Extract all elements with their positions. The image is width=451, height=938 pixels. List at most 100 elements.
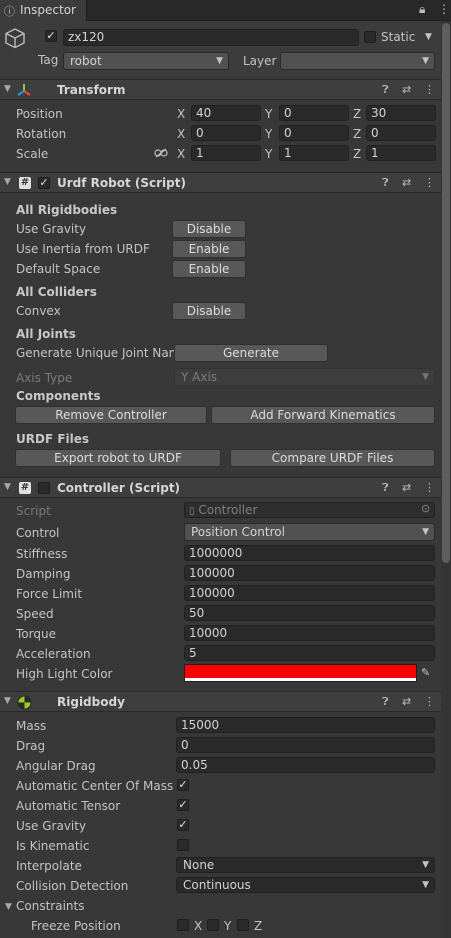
freeze-position-x-checkbox[interactable]: [177, 919, 189, 931]
urdf-files-heading: URDF Files: [16, 432, 90, 446]
rotation-label: Rotation: [16, 127, 67, 141]
fold-arrow-icon[interactable]: ▼: [4, 84, 11, 94]
freeze-position-y-checkbox[interactable]: [207, 919, 219, 931]
layer-dropdown[interactable]: ▼: [280, 52, 435, 70]
presets-icon[interactable]: ⇄: [402, 176, 411, 189]
freeze-x-label: X: [194, 919, 203, 933]
force-limit-field[interactable]: 100000: [184, 585, 435, 601]
more-icon[interactable]: ⋮: [438, 2, 450, 16]
rigidbody-title: Rigidbody: [57, 695, 125, 709]
axis-type-value: Y Axis: [181, 370, 218, 384]
remove-controller-button[interactable]: Remove Controller: [15, 406, 207, 424]
lock-icon[interactable]: 🔒︎: [419, 2, 425, 17]
gameobject-cube-icon: [5, 28, 25, 49]
high-light-color-swatch[interactable]: [184, 664, 417, 682]
control-value: Position Control: [191, 525, 285, 539]
alpha-bar: [185, 678, 416, 681]
angular-drag-field[interactable]: 0.05: [176, 757, 435, 773]
rotation-x-field[interactable]: 0: [191, 125, 261, 141]
add-forward-kinematics-button[interactable]: Add Forward Kinematics: [211, 406, 435, 424]
script-hash-icon: #: [19, 177, 31, 189]
chevron-down-icon: ▼: [422, 527, 429, 537]
rotation-y-field[interactable]: 0: [279, 125, 349, 141]
more-icon[interactable]: ⋮: [424, 481, 435, 494]
fold-arrow-icon[interactable]: ▼: [4, 696, 11, 706]
interpolate-dropdown[interactable]: None ▼: [176, 857, 435, 873]
help-icon[interactable]: ❓︎: [382, 481, 389, 495]
mass-field[interactable]: 15000: [176, 717, 435, 733]
damping-field[interactable]: 100000: [184, 565, 435, 581]
scale-x-field[interactable]: 1: [191, 145, 261, 161]
scrollbar-thumb[interactable]: [442, 23, 450, 563]
help-icon[interactable]: ❓︎: [382, 176, 389, 190]
constraints-fold-arrow-icon[interactable]: ▼: [5, 902, 12, 912]
components-heading: Components: [16, 389, 101, 403]
chevron-down-icon: ▼: [422, 372, 429, 382]
control-dropdown[interactable]: Position Control ▼: [184, 523, 435, 541]
tab-inspector[interactable]: ⓘ Inspector: [0, 0, 87, 21]
tag-value: robot: [70, 54, 102, 68]
auto-com-checkbox[interactable]: ✓: [177, 779, 189, 791]
control-label: Control: [16, 526, 60, 540]
controller-header[interactable]: ▼ # Controller (Script) ❓︎ ⇄ ⋮: [0, 477, 451, 498]
axis-y-label: Y: [265, 127, 273, 141]
torque-field[interactable]: 10000: [184, 625, 435, 641]
generate-button[interactable]: Generate: [174, 344, 328, 362]
transform-axes-icon: [17, 84, 31, 96]
transform-header[interactable]: ▼ Transform ❓︎ ⇄ ⋮: [0, 79, 451, 100]
rotation-z-field[interactable]: 0: [366, 125, 436, 141]
acceleration-field[interactable]: 5: [184, 645, 435, 661]
position-z-field[interactable]: 30: [366, 105, 436, 121]
static-checkbox[interactable]: [364, 31, 376, 43]
presets-icon[interactable]: ⇄: [402, 481, 411, 494]
default-space-button[interactable]: Enable: [172, 260, 246, 278]
auto-tensor-checkbox[interactable]: ✓: [177, 799, 189, 811]
position-x-field[interactable]: 40: [191, 105, 261, 121]
rigidbody-header[interactable]: ▼ Rigidbody ❓︎ ⇄ ⋮: [0, 691, 451, 712]
presets-icon[interactable]: ⇄: [402, 83, 411, 96]
rb-use-gravity-label: Use Gravity: [16, 819, 87, 833]
more-icon[interactable]: ⋮: [424, 176, 435, 189]
collision-detection-dropdown[interactable]: Continuous ▼: [176, 877, 435, 893]
layer-label: Layer: [243, 54, 277, 68]
rb-use-gravity-checkbox[interactable]: ✓: [177, 819, 189, 831]
axis-z-label: Z: [353, 127, 362, 141]
stiffness-field[interactable]: 1000000: [184, 545, 435, 561]
controller-title: Controller (Script): [57, 481, 181, 495]
all-joints-heading: All Joints: [16, 327, 76, 341]
use-inertia-button[interactable]: Enable: [172, 240, 246, 258]
scale-z-field[interactable]: 1: [366, 145, 436, 161]
eyedropper-icon[interactable]: ✎: [421, 666, 430, 679]
constrain-proportions-icon[interactable]: [154, 148, 168, 158]
convex-button[interactable]: Disable: [172, 302, 246, 320]
tab-label: Inspector: [20, 3, 76, 17]
urdf-robot-header[interactable]: ▼ # ✓ Urdf Robot (Script) ❓︎ ⇄ ⋮: [0, 172, 451, 193]
is-kinematic-label: Is Kinematic: [16, 839, 90, 853]
more-icon[interactable]: ⋮: [424, 695, 435, 708]
compare-urdf-button[interactable]: Compare URDF Files: [230, 449, 435, 467]
is-kinematic-checkbox[interactable]: [177, 839, 189, 851]
more-icon[interactable]: ⋮: [424, 83, 435, 96]
freeze-position-z-checkbox[interactable]: [237, 919, 249, 931]
object-name-field[interactable]: zx120: [63, 29, 359, 46]
help-icon[interactable]: ❓︎: [382, 83, 389, 97]
urdf-enabled-checkbox[interactable]: ✓: [38, 177, 50, 189]
export-urdf-button[interactable]: Export robot to URDF: [15, 449, 221, 467]
help-icon[interactable]: ❓︎: [382, 695, 389, 709]
presets-icon[interactable]: ⇄: [402, 695, 411, 708]
fold-arrow-icon[interactable]: ▼: [4, 177, 11, 187]
freeze-y-label: Y: [224, 919, 232, 933]
fold-arrow-icon[interactable]: ▼: [4, 482, 11, 492]
position-y-field[interactable]: 0: [279, 105, 349, 121]
urdf-use-gravity-button[interactable]: Disable: [172, 220, 246, 238]
freeze-position-label: Freeze Position: [31, 919, 121, 933]
active-checkbox[interactable]: ✓: [45, 30, 57, 42]
scale-y-field[interactable]: 1: [279, 145, 349, 161]
controller-enabled-checkbox[interactable]: [38, 482, 50, 494]
tag-dropdown[interactable]: robot ▼: [63, 52, 229, 70]
static-dropdown-arrow-icon[interactable]: ▼: [425, 32, 432, 42]
speed-field[interactable]: 50: [184, 605, 435, 621]
high-light-color-label: High Light Color: [16, 667, 113, 681]
drag-field[interactable]: 0: [176, 737, 435, 753]
stiffness-label: Stiffness: [16, 547, 68, 561]
